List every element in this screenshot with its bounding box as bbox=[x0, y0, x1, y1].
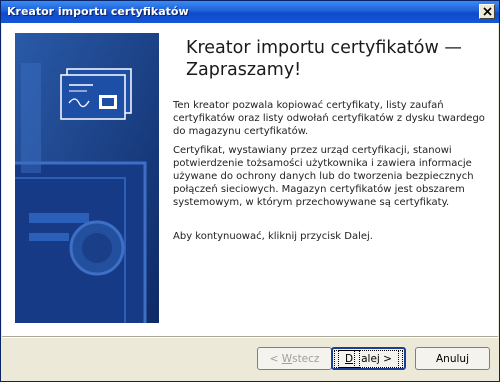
button-separator bbox=[2, 336, 498, 338]
window-title: Kreator importu certyfikatów bbox=[7, 5, 189, 18]
page-title: Kreator importu certyfikatów — Zapraszam… bbox=[186, 37, 486, 81]
back-button-label: < Wstecz bbox=[269, 352, 320, 365]
wizard-content: Kreator importu certyfikatów — Zapraszam… bbox=[2, 23, 498, 336]
next-button[interactable]: Dalej > bbox=[331, 347, 406, 370]
back-button[interactable]: < Wstecz bbox=[257, 347, 332, 370]
cancel-button[interactable]: Anuluj bbox=[415, 347, 490, 370]
continue-instruction-paragraph: Aby kontynuować, kliknij przycisk Dalej. bbox=[173, 231, 373, 242]
wizard-window: Kreator importu certyfikatów Kreator imp… bbox=[0, 0, 500, 382]
certificate-illustration bbox=[15, 33, 159, 323]
page-title-line-2: Zapraszamy! bbox=[186, 60, 302, 80]
close-button[interactable] bbox=[479, 4, 495, 19]
cancel-button-label: Anuluj bbox=[436, 352, 469, 365]
next-button-label: Dalej > bbox=[334, 349, 403, 368]
intro-paragraph: Ten kreator pozwala kopiować certyfikaty… bbox=[173, 100, 485, 137]
wizard-side-image bbox=[15, 33, 159, 323]
certificate-description-paragraph: Certyfikat, wystawiany przez urząd certy… bbox=[173, 145, 474, 208]
close-icon bbox=[483, 7, 492, 16]
title-bar[interactable]: Kreator importu certyfikatów bbox=[1, 1, 499, 23]
page-title-line-1: Kreator importu certyfikatów — bbox=[186, 38, 462, 58]
